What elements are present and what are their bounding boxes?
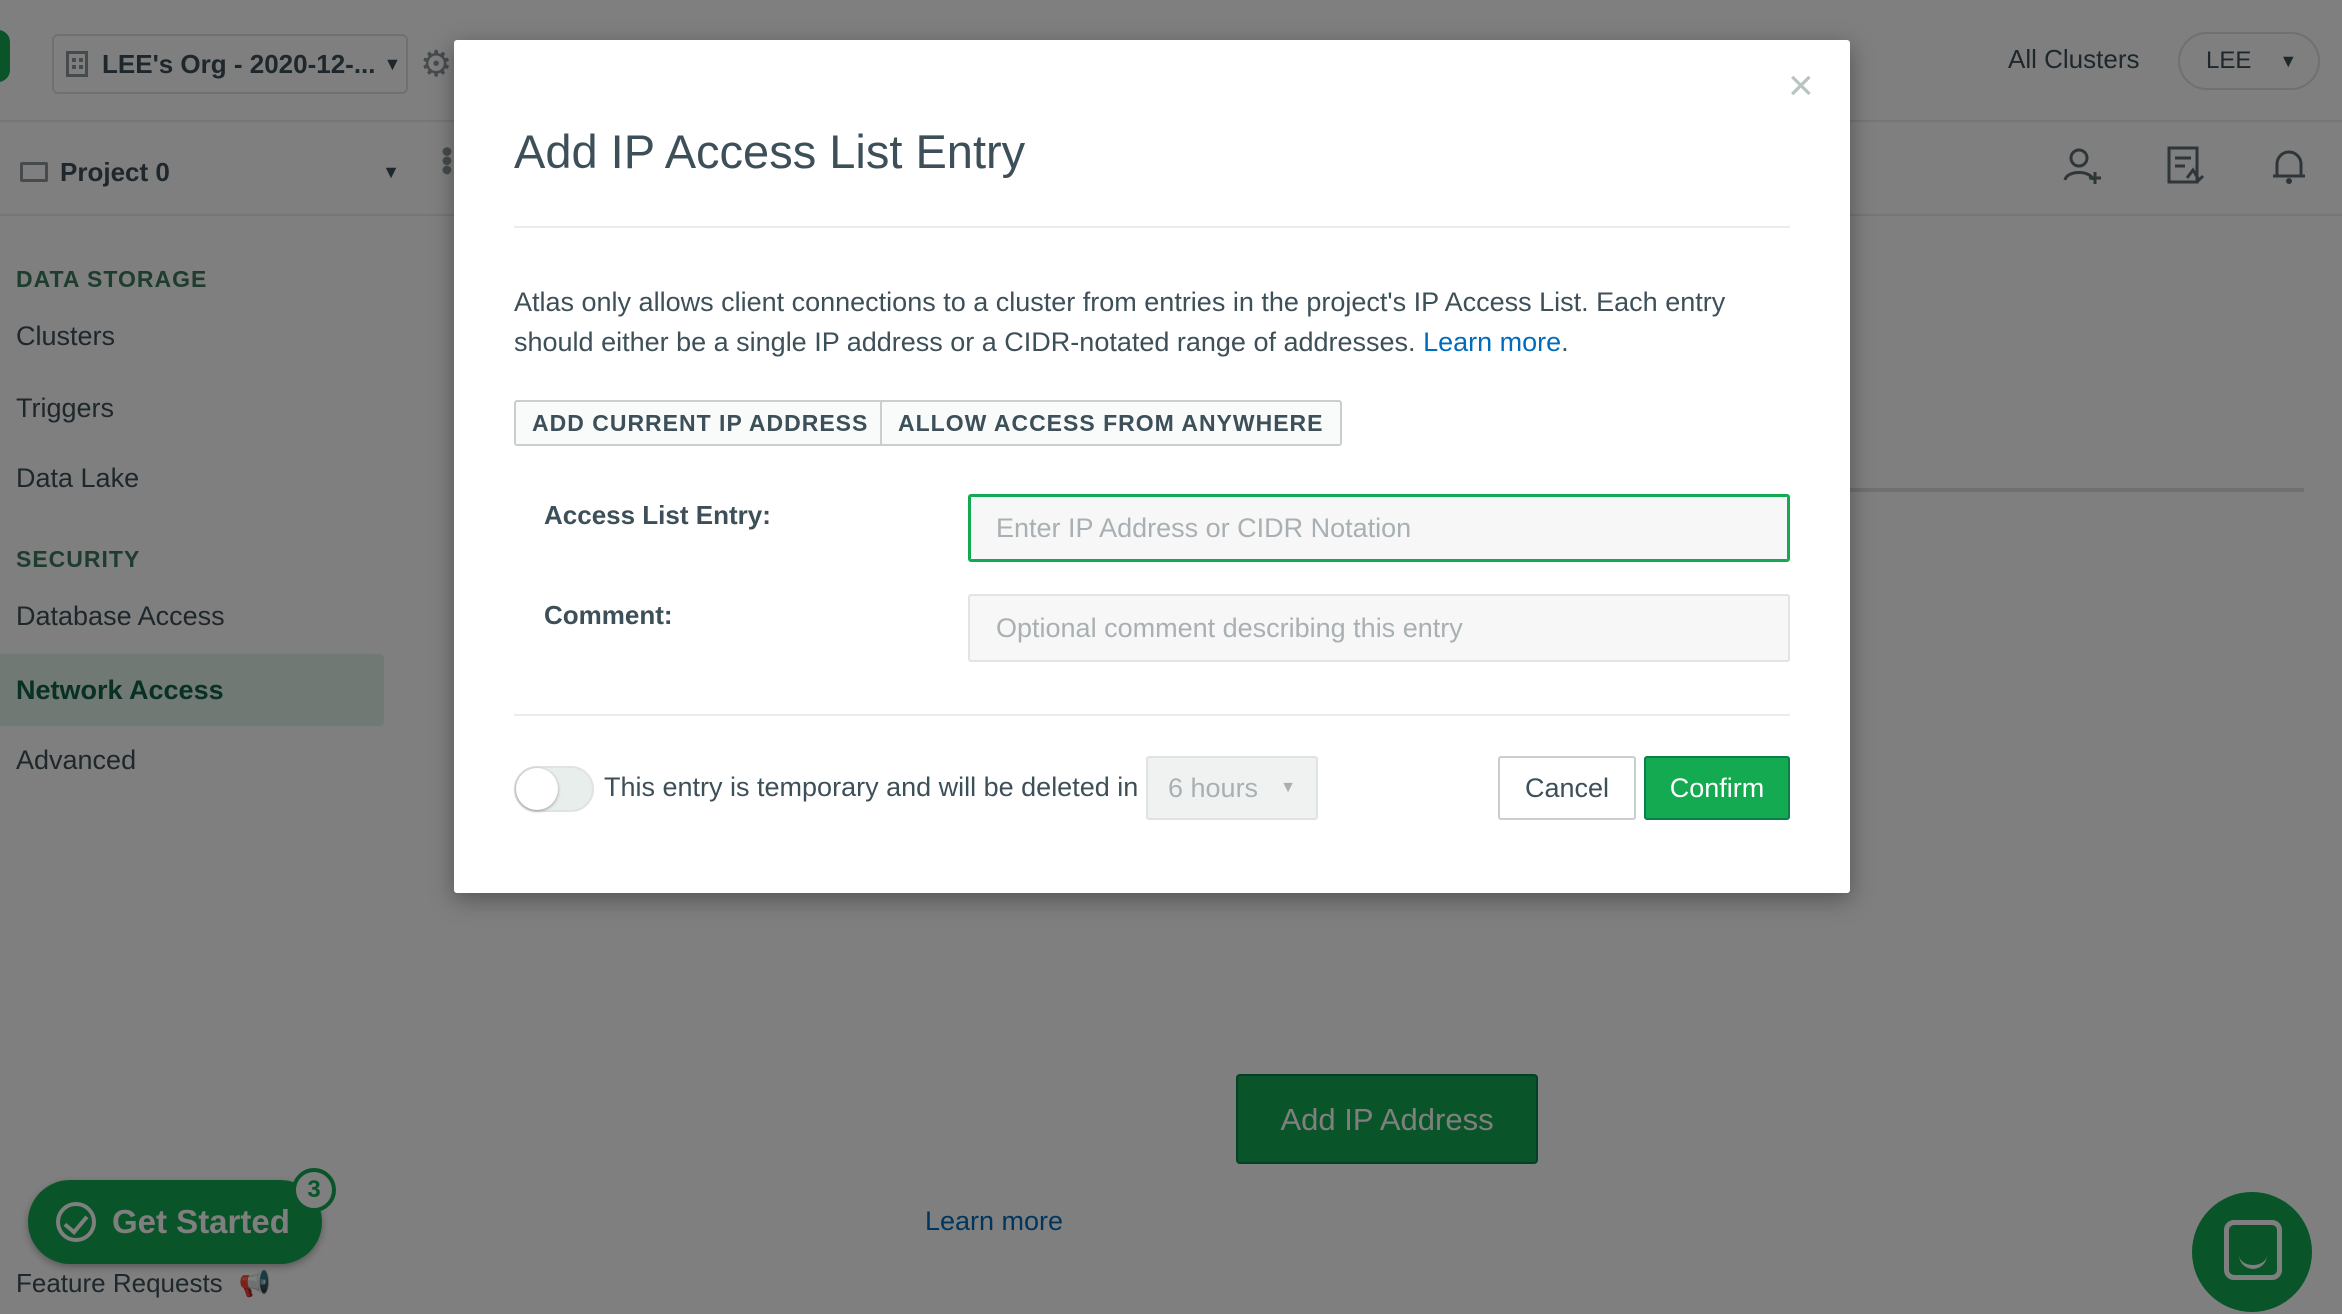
comment-input[interactable] [968, 594, 1790, 662]
divider [514, 714, 1790, 716]
confirm-button[interactable]: Confirm [1644, 756, 1790, 820]
access-list-entry-label: Access List Entry: [544, 500, 771, 530]
allow-access-anywhere-button[interactable]: ALLOW ACCESS FROM ANYWHERE [880, 400, 1342, 446]
add-ip-access-modal: × Add IP Access List Entry Atlas only al… [454, 40, 1850, 893]
cancel-button[interactable]: Cancel [1498, 756, 1636, 820]
close-icon[interactable]: × [1788, 64, 1814, 108]
temporary-entry-toggle[interactable] [514, 766, 594, 812]
learn-more-link[interactable]: Learn more [1423, 327, 1561, 357]
divider [514, 226, 1790, 228]
comment-label: Comment: [544, 600, 673, 630]
hours-value: 6 hours [1168, 773, 1259, 803]
hours-select[interactable]: 6 hours ▼ [1146, 756, 1318, 820]
access-list-entry-input[interactable] [968, 494, 1790, 562]
temporary-entry-label: This entry is temporary and will be dele… [604, 772, 1139, 802]
modal-title: Add IP Access List Entry [514, 125, 1026, 178]
toggle-knob [516, 768, 558, 810]
add-current-ip-button[interactable]: ADD CURRENT IP ADDRESS [514, 400, 887, 446]
modal-description: Atlas only allows client connections to … [514, 287, 1726, 357]
caret-down-icon: ▼ [1280, 779, 1296, 796]
